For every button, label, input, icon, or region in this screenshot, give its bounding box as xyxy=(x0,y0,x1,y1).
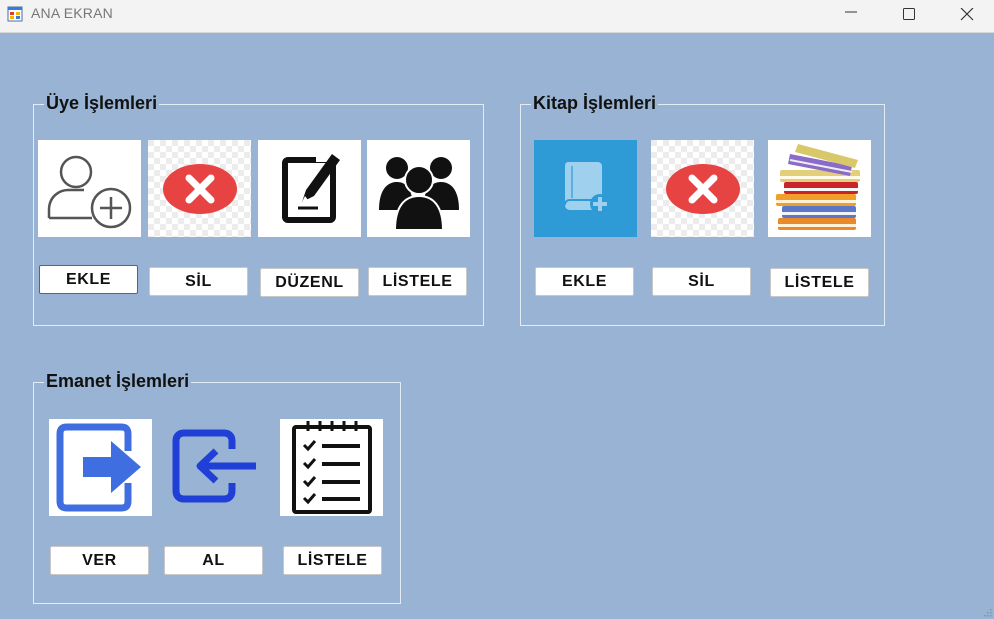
kitap-ekle-button[interactable]: EKLE xyxy=(535,267,634,296)
app-form-icon xyxy=(7,6,23,22)
edit-user-picture[interactable] xyxy=(258,140,361,237)
kitap-listele-button[interactable]: LİSTELE xyxy=(770,268,869,297)
maximize-button[interactable] xyxy=(880,0,938,32)
users-group-icon xyxy=(379,157,459,231)
delete-icon xyxy=(651,140,754,237)
add-user-picture[interactable] xyxy=(38,140,141,237)
uye-islemleri-group: Üye İşlemleri EKLE SİL DÜZENL LİSTELE xyxy=(33,91,484,326)
resize-grip-icon[interactable] xyxy=(982,607,992,617)
minimize-button[interactable] xyxy=(822,0,880,32)
take-back-icon xyxy=(172,429,256,503)
edit-icon xyxy=(282,148,340,223)
main-form: Üye İşlemleri EKLE SİL DÜZENL LİSTELE Ki… xyxy=(0,33,994,619)
checklist-icon xyxy=(292,421,372,514)
uye-ekle-button[interactable]: EKLE xyxy=(39,265,138,294)
emanet-al-button[interactable]: AL xyxy=(164,546,263,575)
give-out-picture[interactable] xyxy=(49,419,152,516)
kitap-islemleri-group: Kitap İşlemleri EKLE SİL LİSTELE xyxy=(520,91,885,326)
uye-group-title: Üye İşlemleri xyxy=(44,91,160,115)
emanet-listele-button[interactable]: LİSTELE xyxy=(283,546,382,575)
kitap-sil-button[interactable]: SİL xyxy=(652,267,751,296)
delete-icon xyxy=(148,140,251,237)
minimize-icon xyxy=(845,11,857,13)
add-book-picture[interactable] xyxy=(534,140,637,237)
kitap-group-title: Kitap İşlemleri xyxy=(531,91,659,115)
maximize-icon xyxy=(903,8,915,20)
take-back-picture[interactable] xyxy=(160,419,263,516)
window-title: ANA EKRAN xyxy=(31,5,113,21)
emanet-group-title: Emanet İşlemleri xyxy=(44,369,192,393)
uye-sil-button[interactable]: SİL xyxy=(149,267,248,296)
uye-listele-button[interactable]: LİSTELE xyxy=(368,267,467,296)
list-books-picture[interactable] xyxy=(768,140,871,237)
close-button[interactable] xyxy=(938,0,994,32)
list-users-picture[interactable] xyxy=(367,140,470,237)
add-book-icon xyxy=(564,162,610,214)
delete-book-picture[interactable] xyxy=(651,140,754,237)
books-stack-icon xyxy=(776,144,860,230)
add-user-icon xyxy=(47,155,132,229)
emanet-islemleri-group: Emanet İşlemleri VER AL LİSTELE xyxy=(33,369,401,604)
give-out-icon xyxy=(56,423,141,512)
uye-duzenle-button[interactable]: DÜZENL xyxy=(260,268,359,297)
list-loans-picture[interactable] xyxy=(280,419,383,516)
emanet-ver-button[interactable]: VER xyxy=(50,546,149,575)
close-icon xyxy=(960,8,974,21)
title-bar: ANA EKRAN xyxy=(0,0,994,33)
delete-user-picture[interactable] xyxy=(148,140,251,237)
